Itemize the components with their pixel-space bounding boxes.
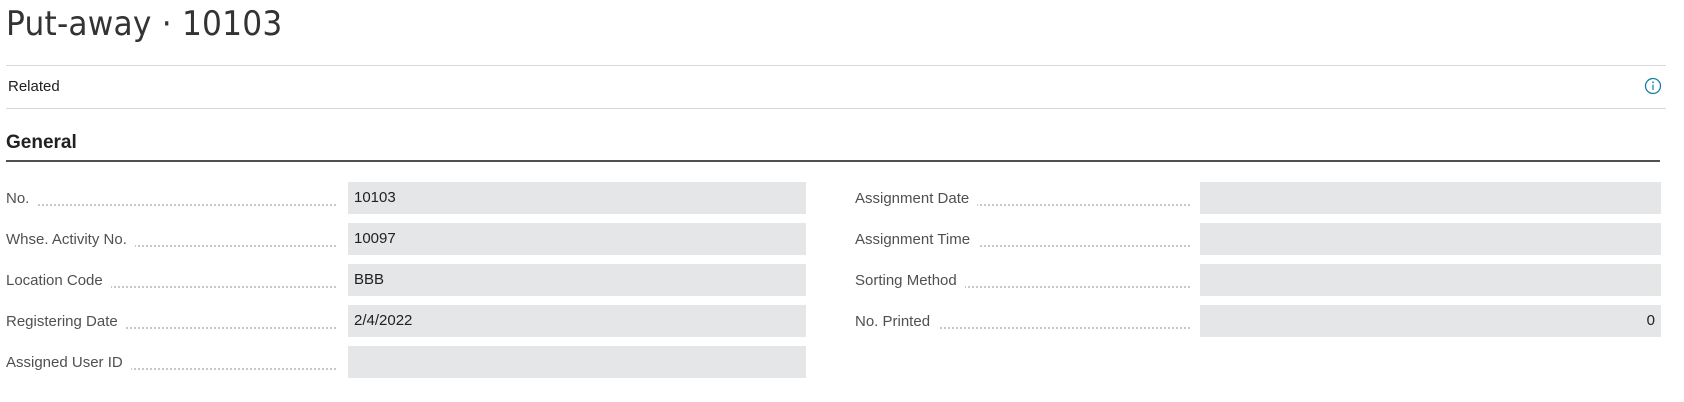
assignment-date-input[interactable] xyxy=(1200,182,1661,214)
leader-dots xyxy=(6,202,336,206)
section-divider xyxy=(6,160,1660,162)
field-label: Assignment Date xyxy=(855,190,978,207)
field-no: No. 10103 xyxy=(6,182,806,214)
field-label: Assigned User ID xyxy=(6,354,131,371)
field-registering-date: Registering Date 2/4/2022 xyxy=(6,305,806,337)
field-label: No. xyxy=(6,190,38,207)
field-whse-activity-no: Whse. Activity No. 10097 xyxy=(6,223,806,255)
assignment-time-input[interactable] xyxy=(1200,223,1661,255)
field-label: Assignment Time xyxy=(855,231,979,248)
assigned-user-id-input[interactable] xyxy=(348,346,806,378)
field-no-printed: No. Printed 0 xyxy=(855,305,1661,337)
put-away-card: Put-away · 10103 Related General No. 101… xyxy=(0,0,1684,402)
location-code-input[interactable]: BBB xyxy=(348,264,806,296)
action-bar: Related xyxy=(6,65,1666,109)
field-label: Location Code xyxy=(6,272,111,289)
registering-date-input[interactable]: 2/4/2022 xyxy=(348,305,806,337)
field-label: Registering Date xyxy=(6,313,126,330)
field-assignment-date: Assignment Date xyxy=(855,182,1661,214)
field-label: Sorting Method xyxy=(855,272,965,289)
whse-activity-no-input[interactable]: 10097 xyxy=(348,223,806,255)
field-location-code: Location Code BBB xyxy=(6,264,806,296)
field-label: No. Printed xyxy=(855,313,939,330)
page-title: Put-away · 10103 xyxy=(6,4,283,44)
related-menu[interactable]: Related xyxy=(8,78,60,95)
field-label: Whse. Activity No. xyxy=(6,231,135,248)
field-assignment-time: Assignment Time xyxy=(855,223,1661,255)
info-icon[interactable] xyxy=(1644,77,1662,95)
field-assigned-user-id: Assigned User ID xyxy=(6,346,806,378)
section-general-header[interactable]: General xyxy=(6,132,77,154)
no-printed-input[interactable]: 0 xyxy=(1200,305,1661,337)
no-input[interactable]: 10103 xyxy=(348,182,806,214)
sorting-method-input[interactable] xyxy=(1200,264,1661,296)
field-sorting-method: Sorting Method xyxy=(855,264,1661,296)
